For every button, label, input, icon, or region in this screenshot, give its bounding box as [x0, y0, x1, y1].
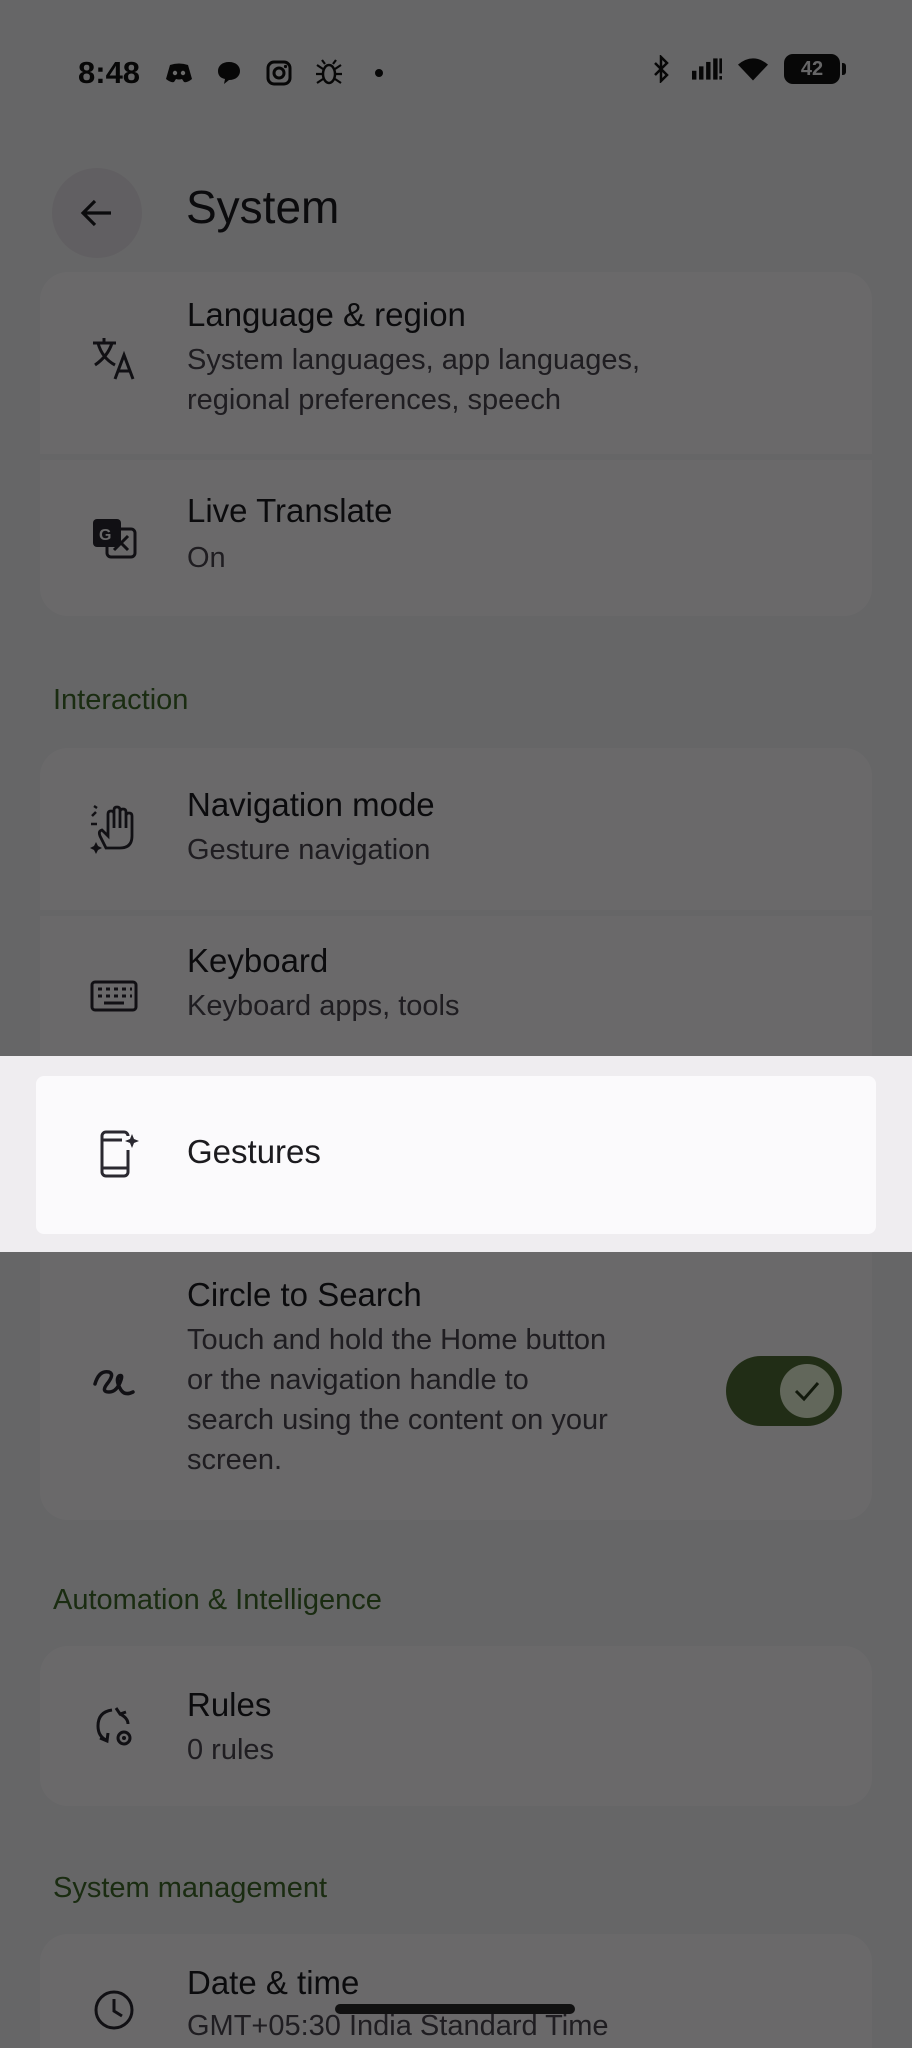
home-indicator[interactable]	[335, 2004, 575, 2014]
settings-screen: 8:48 42 System Language & region System …	[0, 0, 912, 2048]
status-bar: 8:48 42	[0, 0, 912, 150]
battery-indicator: 42	[784, 54, 846, 84]
wifi-icon	[738, 54, 768, 84]
item-subtitle: 0 rules	[187, 1734, 275, 1766]
settings-item-keyboard[interactable]: Keyboard Keyboard apps, tools	[40, 916, 872, 1076]
circle-search-icon	[88, 1356, 140, 1408]
settings-item-language-region[interactable]: Language & region System languages, app …	[40, 272, 872, 452]
rules-icon	[88, 1700, 140, 1752]
item-subtitle: Touch and hold the Home button or the na…	[187, 1320, 707, 1480]
item-title: Circle to Search	[187, 1276, 422, 1313]
gesture-hand-icon	[88, 802, 140, 854]
translate-icon	[88, 332, 140, 384]
settings-item-gestures[interactable]: Gestures	[36, 1076, 876, 1234]
highlight-band: Gestures	[0, 1056, 912, 1252]
subtitle-line: regional preferences, speech	[187, 384, 562, 416]
keyboard-icon	[88, 970, 140, 1022]
system-status-icons: 42	[646, 54, 846, 84]
item-subtitle: Gesture navigation	[187, 834, 431, 866]
dot-icon	[364, 58, 394, 88]
item-subtitle: On	[187, 542, 226, 574]
subtitle-line: or the navigation handle to	[187, 1364, 529, 1396]
notification-icons	[164, 58, 394, 88]
bug-icon	[314, 58, 344, 88]
settings-item-circle-to-search[interactable]: Circle to Search Touch and hold the Home…	[40, 1248, 872, 1520]
arrow-back-icon	[80, 199, 111, 227]
check-icon	[780, 1364, 834, 1418]
settings-item-navigation-mode[interactable]: Navigation mode Gesture navigation	[40, 748, 872, 908]
discord-icon	[164, 58, 194, 88]
page-title: System	[186, 181, 340, 233]
subtitle-line: search using the content on your	[187, 1404, 608, 1436]
item-title: Gestures	[187, 1133, 321, 1170]
subtitle-line: System languages, app languages,	[187, 344, 641, 376]
subtitle-line: Touch and hold the Home button	[187, 1324, 607, 1356]
section-header-automation: Automation & Intelligence	[53, 1584, 382, 1616]
section-header-system-management: System management	[53, 1872, 328, 1904]
chat-bubble-icon	[214, 58, 244, 88]
item-subtitle: System languages, app languages, regiona…	[187, 340, 747, 420]
system-management-card: Date & time GMT+05:30 India Standard Tim…	[40, 1934, 872, 2048]
live-translate-icon: G	[88, 512, 140, 564]
clock-icon	[88, 1984, 140, 2036]
phone-sparkle-icon	[92, 1128, 144, 1180]
subtitle-line: screen.	[187, 1444, 283, 1476]
back-button[interactable]	[52, 168, 142, 258]
section-header-interaction: Interaction	[53, 684, 189, 716]
signal-icon	[692, 54, 722, 84]
svg-text:G: G	[99, 527, 111, 544]
item-subtitle: Keyboard apps, tools	[187, 990, 460, 1022]
status-time: 8:48	[78, 55, 141, 90]
circle-to-search-toggle[interactable]	[726, 1356, 842, 1426]
item-title: Rules	[187, 1686, 272, 1723]
settings-item-rules[interactable]: Rules 0 rules	[40, 1646, 872, 1806]
item-title: Language & region	[187, 296, 466, 333]
item-title: Navigation mode	[187, 786, 435, 823]
automation-card: Rules 0 rules	[40, 1646, 872, 1806]
language-card: Language & region System languages, app …	[40, 272, 872, 616]
settings-item-live-translate[interactable]: G Live Translate On	[40, 460, 872, 616]
instagram-icon	[264, 58, 294, 88]
item-title: Live Translate	[187, 492, 393, 529]
bluetooth-icon	[646, 54, 676, 84]
item-title: Keyboard	[187, 942, 329, 979]
settings-item-date-time[interactable]: Date & time GMT+05:30 India Standard Tim…	[40, 1934, 872, 2048]
item-title: Date & time	[187, 1964, 360, 2001]
